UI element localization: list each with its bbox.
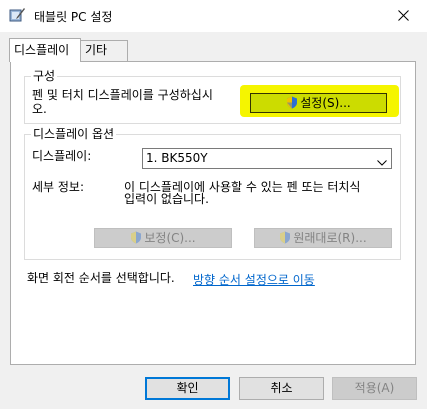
tablet-pen-icon <box>9 7 25 23</box>
uac-shield-icon <box>130 231 142 249</box>
apply-button[interactable]: 적용(A) <box>332 377 417 400</box>
close-icon <box>398 10 409 21</box>
setup-button-label: 설정(S)... <box>300 96 351 110</box>
window-title: 태블릿 PC 설정 <box>34 10 113 24</box>
setup-button[interactable]: 설정(S)... <box>250 93 387 113</box>
configure-description-line1: 펜 및 터치 디스플레이를 구성하십시 <box>32 88 213 102</box>
details-label: 세부 정보: <box>32 180 85 194</box>
chevron-down-icon <box>377 155 387 169</box>
configure-group-label: 구성 <box>31 68 58 84</box>
rotation-text: 화면 회전 순서를 선택합니다. <box>27 271 175 285</box>
ok-button[interactable]: 확인 <box>145 377 230 400</box>
rotation-settings-link[interactable]: 방향 순서 설정으로 이동 <box>193 271 315 288</box>
tab-other[interactable]: 기타 <box>80 40 128 61</box>
tab-strip: 디스플레이 기타 <box>0 38 427 62</box>
close-button[interactable] <box>381 0 427 32</box>
display-select[interactable]: 1. BK550Y <box>142 148 392 169</box>
reset-button[interactable]: 원래대로(R)... <box>254 228 392 248</box>
calibrate-button[interactable]: 보정(C)... <box>94 228 232 248</box>
configure-description-line2: 오. <box>32 102 47 116</box>
tab-display[interactable]: 디스플레이 <box>9 38 81 62</box>
display-select-value: 1. BK550Y <box>146 151 208 165</box>
cancel-button[interactable]: 취소 <box>239 377 324 400</box>
calibrate-button-label: 보정(C)... <box>144 231 196 245</box>
title-bar: 태블릿 PC 설정 <box>0 0 427 32</box>
uac-shield-icon <box>286 96 298 114</box>
details-text-line2: 입력이 없습니다. <box>124 192 209 206</box>
reset-button-label: 원래대로(R)... <box>293 231 367 245</box>
display-options-label: 디스플레이 옵션 <box>31 126 117 142</box>
display-label: 디스플레이: <box>32 149 92 163</box>
uac-shield-icon <box>279 231 291 249</box>
